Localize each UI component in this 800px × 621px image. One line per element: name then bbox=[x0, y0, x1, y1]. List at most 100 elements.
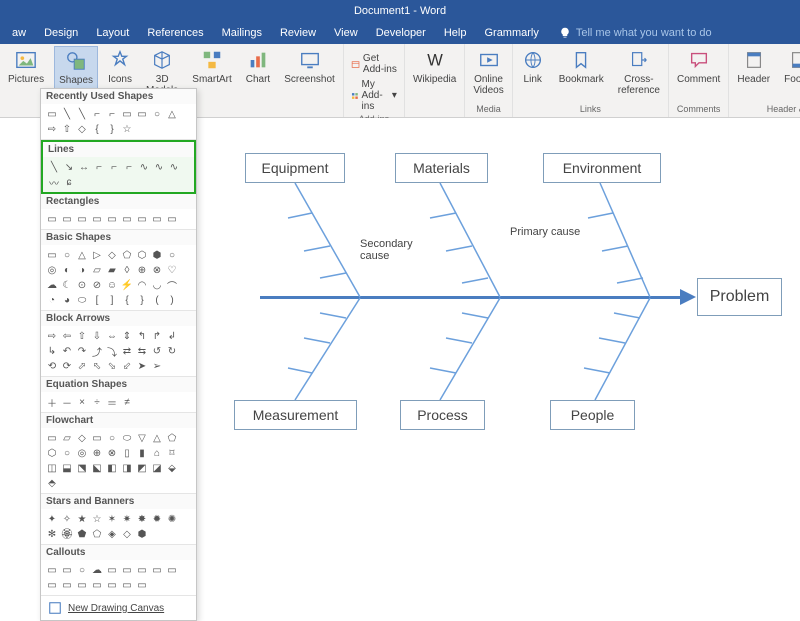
bs-34[interactable]: } bbox=[135, 293, 149, 307]
wikipedia-button[interactable]: W Wikipedia bbox=[409, 46, 460, 87]
fc-16[interactable]: ▮ bbox=[135, 446, 149, 460]
shape-arrow[interactable]: ⇨ bbox=[45, 122, 59, 136]
fc-2[interactable]: ▱ bbox=[60, 431, 74, 445]
fc-26[interactable]: ◪ bbox=[150, 461, 164, 475]
fc-19[interactable]: ◫ bbox=[45, 461, 59, 475]
bs-6[interactable]: ⬠ bbox=[120, 248, 134, 262]
bs-27[interactable]: ⌒ bbox=[165, 278, 179, 292]
eq-6[interactable]: ≠ bbox=[120, 395, 134, 409]
ar-15[interactable]: ⇄ bbox=[120, 344, 134, 358]
bs-11[interactable]: ◐ bbox=[60, 263, 74, 277]
fc-4[interactable]: ▭ bbox=[90, 431, 104, 445]
shape-connector2[interactable]: ⌐ bbox=[105, 107, 119, 121]
eq-5[interactable]: ＝ bbox=[105, 395, 119, 409]
co-11[interactable]: ▭ bbox=[60, 578, 74, 592]
eq-3[interactable]: × bbox=[75, 395, 89, 409]
ar-13[interactable]: ⤴ bbox=[90, 344, 104, 358]
st-5[interactable]: ✶ bbox=[105, 512, 119, 526]
ar-25[interactable]: ➤ bbox=[135, 359, 149, 373]
bs-15[interactable]: ◊ bbox=[120, 263, 134, 277]
co-14[interactable]: ▭ bbox=[105, 578, 119, 592]
shapes-button[interactable]: Shapes bbox=[54, 46, 98, 89]
rect-5[interactable]: ▭ bbox=[105, 212, 119, 226]
fc-5[interactable]: ○ bbox=[105, 431, 119, 445]
ar-12[interactable]: ↷ bbox=[75, 344, 89, 358]
co-8[interactable]: ▭ bbox=[150, 563, 164, 577]
shape-brace[interactable]: { bbox=[90, 122, 104, 136]
ar-6[interactable]: ⇕ bbox=[120, 329, 134, 343]
bs-20[interactable]: ☾ bbox=[60, 278, 74, 292]
bs-13[interactable]: ▱ bbox=[90, 263, 104, 277]
bs-31[interactable]: [ bbox=[90, 293, 104, 307]
ar-7[interactable]: ↰ bbox=[135, 329, 149, 343]
co-4[interactable]: ☁ bbox=[90, 563, 104, 577]
st-7[interactable]: ✸ bbox=[135, 512, 149, 526]
bs-35[interactable]: ( bbox=[150, 293, 164, 307]
co-2[interactable]: ▭ bbox=[60, 563, 74, 577]
fc-20[interactable]: ⬓ bbox=[60, 461, 74, 475]
fc-13[interactable]: ⊕ bbox=[90, 446, 104, 460]
shape-line2[interactable]: ╲ bbox=[75, 107, 89, 121]
line-curve2[interactable]: ∿ bbox=[152, 160, 166, 174]
bs-19[interactable]: ☁ bbox=[45, 278, 59, 292]
ar-1[interactable]: ⇨ bbox=[45, 329, 59, 343]
st-13[interactable]: ⬠ bbox=[90, 527, 104, 541]
fc-3[interactable]: ◇ bbox=[75, 431, 89, 445]
bs-36[interactable]: ) bbox=[165, 293, 179, 307]
ar-24[interactable]: ⬃ bbox=[120, 359, 134, 373]
ar-17[interactable]: ↺ bbox=[150, 344, 164, 358]
tab-help[interactable]: Help bbox=[436, 24, 475, 42]
document-canvas[interactable]: Equipment Materials Environment Measurem… bbox=[200, 118, 800, 523]
fc-28[interactable]: ⬘ bbox=[45, 476, 59, 490]
bs-9[interactable]: ○ bbox=[165, 248, 179, 262]
rect-3[interactable]: ▭ bbox=[75, 212, 89, 226]
bs-2[interactable]: ○ bbox=[60, 248, 74, 262]
tab-layout[interactable]: Layout bbox=[88, 24, 137, 42]
fc-24[interactable]: ◨ bbox=[120, 461, 134, 475]
fc-12[interactable]: ◎ bbox=[75, 446, 89, 460]
tab-developer[interactable]: Developer bbox=[368, 24, 434, 42]
ar-22[interactable]: ⬁ bbox=[90, 359, 104, 373]
shape-arrow2[interactable]: ⇧ bbox=[60, 122, 74, 136]
shape-oval[interactable]: ○ bbox=[150, 107, 164, 121]
new-drawing-canvas[interactable]: New Drawing Canvas bbox=[41, 596, 196, 620]
rect-8[interactable]: ▭ bbox=[150, 212, 164, 226]
ar-23[interactable]: ⬂ bbox=[105, 359, 119, 373]
ar-11[interactable]: ↶ bbox=[60, 344, 74, 358]
shape-star[interactable]: ☆ bbox=[120, 122, 134, 136]
fc-18[interactable]: ⌑ bbox=[165, 446, 179, 460]
bs-25[interactable]: ◠ bbox=[135, 278, 149, 292]
ar-10[interactable]: ↳ bbox=[45, 344, 59, 358]
ar-20[interactable]: ⟳ bbox=[60, 359, 74, 373]
header-button[interactable]: Header bbox=[733, 46, 774, 87]
co-6[interactable]: ▭ bbox=[120, 563, 134, 577]
online-videos-button[interactable]: Online Videos bbox=[469, 46, 507, 98]
st-6[interactable]: ✷ bbox=[120, 512, 134, 526]
ar-19[interactable]: ⟲ bbox=[45, 359, 59, 373]
ar-14[interactable]: ⤵ bbox=[105, 344, 119, 358]
shape-rect2[interactable]: ▭ bbox=[135, 107, 149, 121]
fc-7[interactable]: ▽ bbox=[135, 431, 149, 445]
st-9[interactable]: ✺ bbox=[165, 512, 179, 526]
tell-me[interactable]: Tell me what you want to do bbox=[559, 27, 712, 39]
st-10[interactable]: ✻ bbox=[45, 527, 59, 541]
icons-button[interactable]: Icons bbox=[104, 46, 136, 87]
st-15[interactable]: ◇ bbox=[120, 527, 134, 541]
tab-draw[interactable]: aw bbox=[4, 24, 34, 42]
bs-30[interactable]: ⬭ bbox=[75, 293, 89, 307]
ar-26[interactable]: ➢ bbox=[150, 359, 164, 373]
shape-diamond[interactable]: ◇ bbox=[75, 122, 89, 136]
bs-14[interactable]: ▰ bbox=[105, 263, 119, 277]
tab-grammarly[interactable]: Grammarly bbox=[476, 24, 546, 42]
shape-connector[interactable]: ⌐ bbox=[90, 107, 104, 121]
bs-29[interactable]: ◕ bbox=[60, 293, 74, 307]
line-curve3[interactable]: ∿ bbox=[167, 160, 181, 174]
chart-button[interactable]: Chart bbox=[242, 46, 274, 87]
line-straight[interactable]: ╲ bbox=[47, 160, 61, 174]
bookmark-button[interactable]: Bookmark bbox=[555, 46, 608, 87]
line-curve[interactable]: ∿ bbox=[137, 160, 151, 174]
fc-25[interactable]: ◩ bbox=[135, 461, 149, 475]
tab-review[interactable]: Review bbox=[272, 24, 324, 42]
bs-1[interactable]: ▭ bbox=[45, 248, 59, 262]
pictures-button[interactable]: Pictures bbox=[4, 46, 48, 87]
